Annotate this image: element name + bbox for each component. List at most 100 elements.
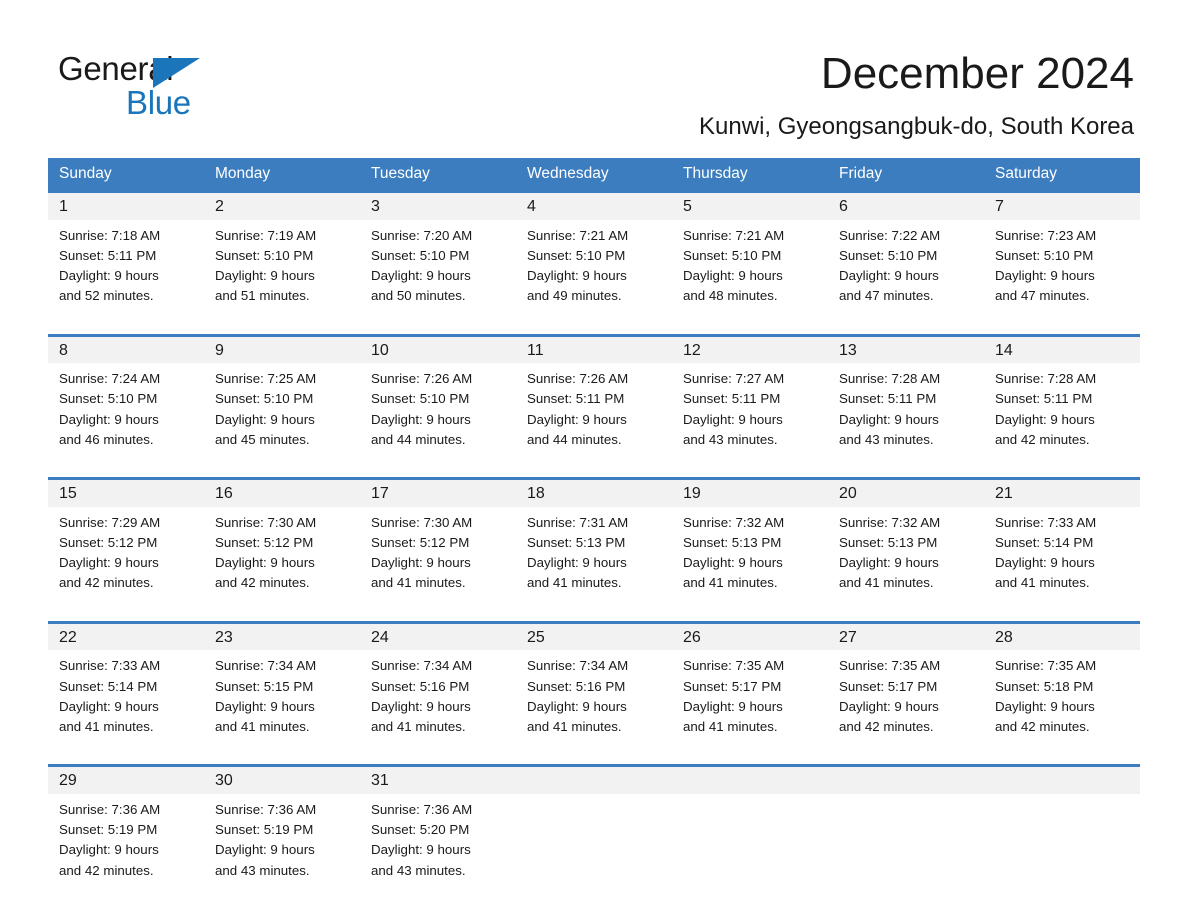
day-cell[interactable]: Sunrise: 7:35 AM Sunset: 5:17 PM Dayligh… [672, 650, 828, 766]
day-cell[interactable]: Sunrise: 7:21 AM Sunset: 5:10 PM Dayligh… [516, 219, 672, 336]
day-cell[interactable]: Sunrise: 7:28 AM Sunset: 5:11 PM Dayligh… [984, 363, 1140, 479]
daylight-text-line1: Daylight: 9 hours [995, 411, 1095, 427]
day-number[interactable]: 24 [360, 620, 516, 651]
day-cell[interactable]: Sunrise: 7:24 AM Sunset: 5:10 PM Dayligh… [48, 363, 204, 479]
day-cell[interactable]: Sunrise: 7:36 AM Sunset: 5:19 PM Dayligh… [48, 793, 204, 908]
daylight-text-line2: and 43 minutes. [371, 862, 466, 878]
week-row-info: Sunrise: 7:36 AM Sunset: 5:19 PM Dayligh… [48, 793, 1140, 908]
daylight-text-line2: and 42 minutes. [215, 575, 310, 591]
day-cell[interactable]: Sunrise: 7:28 AM Sunset: 5:11 PM Dayligh… [828, 363, 984, 479]
day-number[interactable]: 17 [360, 477, 516, 507]
day-number[interactable]: 16 [204, 477, 360, 507]
sunset-text: Sunset: 5:10 PM [371, 391, 470, 407]
day-number[interactable]: 14 [984, 333, 1140, 364]
day-cell[interactable]: Sunrise: 7:23 AM Sunset: 5:10 PM Dayligh… [984, 219, 1140, 336]
day-number[interactable]: 7 [984, 189, 1140, 220]
day-number[interactable]: 31 [360, 764, 516, 794]
day-cell[interactable]: Sunrise: 7:34 AM Sunset: 5:16 PM Dayligh… [360, 650, 516, 766]
sunrise-text: Sunrise: 7:25 AM [215, 371, 317, 387]
sunset-text: Sunset: 5:11 PM [527, 391, 625, 407]
sunrise-text: Sunrise: 7:35 AM [683, 658, 785, 674]
day-number[interactable]: 9 [204, 333, 360, 364]
daylight-text-line1: Daylight: 9 hours [371, 842, 471, 858]
daylight-text-line1: Daylight: 9 hours [371, 268, 471, 283]
day-number[interactable]: 27 [828, 620, 984, 651]
day-cell[interactable]: Sunrise: 7:27 AM Sunset: 5:11 PM Dayligh… [672, 363, 828, 479]
day-number[interactable]: 19 [672, 477, 828, 507]
day-cell[interactable]: Sunrise: 7:29 AM Sunset: 5:12 PM Dayligh… [48, 506, 204, 623]
sunrise-text: Sunrise: 7:26 AM [527, 371, 629, 387]
day-cell[interactable]: Sunrise: 7:21 AM Sunset: 5:10 PM Dayligh… [672, 219, 828, 336]
daylight-text-line2: and 42 minutes. [995, 431, 1090, 447]
sunrise-text: Sunrise: 7:34 AM [527, 658, 629, 674]
sunset-text: Sunset: 5:12 PM [371, 534, 470, 550]
day-cell[interactable]: Sunrise: 7:33 AM Sunset: 5:14 PM Dayligh… [984, 506, 1140, 623]
day-number[interactable]: 1 [48, 189, 204, 220]
day-cell[interactable]: Sunrise: 7:26 AM Sunset: 5:10 PM Dayligh… [360, 363, 516, 479]
day-number[interactable]: 18 [516, 477, 672, 507]
daylight-text-line1: Daylight: 9 hours [839, 411, 939, 427]
sunrise-text: Sunrise: 7:23 AM [995, 227, 1097, 243]
day-number[interactable]: 28 [984, 620, 1140, 651]
day-number[interactable]: 10 [360, 333, 516, 364]
day-number[interactable]: 30 [204, 764, 360, 794]
day-number[interactable]: 2 [204, 189, 360, 220]
day-cell[interactable]: Sunrise: 7:26 AM Sunset: 5:11 PM Dayligh… [516, 363, 672, 479]
day-number[interactable]: 26 [672, 620, 828, 651]
day-number[interactable]: 21 [984, 477, 1140, 507]
day-cell[interactable]: Sunrise: 7:25 AM Sunset: 5:10 PM Dayligh… [204, 363, 360, 479]
sunrise-text: Sunrise: 7:34 AM [215, 658, 317, 674]
day-number[interactable]: 23 [204, 620, 360, 651]
day-cell[interactable]: Sunrise: 7:30 AM Sunset: 5:12 PM Dayligh… [360, 506, 516, 623]
daylight-text-line1: Daylight: 9 hours [683, 555, 783, 571]
sunrise-text: Sunrise: 7:28 AM [839, 371, 941, 387]
day-number[interactable]: 12 [672, 333, 828, 364]
daylight-text-line1: Daylight: 9 hours [527, 555, 627, 571]
day-number[interactable]: 15 [48, 477, 204, 507]
weekday-header-thursday: Thursday [672, 158, 828, 192]
day-cell[interactable]: Sunrise: 7:35 AM Sunset: 5:18 PM Dayligh… [984, 650, 1140, 766]
sunrise-text: Sunrise: 7:33 AM [59, 658, 161, 674]
daylight-text-line2: and 50 minutes. [371, 288, 466, 304]
day-cell[interactable]: Sunrise: 7:32 AM Sunset: 5:13 PM Dayligh… [828, 506, 984, 623]
generalblue-logo[interactable]: General Blue [58, 52, 268, 122]
weekday-header-saturday: Saturday [984, 158, 1140, 192]
weekday-header-friday: Friday [828, 158, 984, 192]
day-cell[interactable]: Sunrise: 7:22 AM Sunset: 5:10 PM Dayligh… [828, 219, 984, 336]
day-cell-empty [984, 793, 1140, 908]
day-number[interactable]: 25 [516, 620, 672, 651]
day-number[interactable]: 22 [48, 620, 204, 651]
sunrise-text: Sunrise: 7:24 AM [59, 371, 161, 387]
sunrise-text: Sunrise: 7:36 AM [371, 801, 473, 817]
day-cell[interactable]: Sunrise: 7:36 AM Sunset: 5:19 PM Dayligh… [204, 793, 360, 908]
day-cell[interactable]: Sunrise: 7:31 AM Sunset: 5:13 PM Dayligh… [516, 506, 672, 623]
sunrise-text: Sunrise: 7:36 AM [59, 801, 161, 817]
day-number[interactable]: 4 [516, 189, 672, 220]
day-number[interactable]: 13 [828, 333, 984, 364]
sunset-text: Sunset: 5:10 PM [683, 247, 782, 263]
day-number[interactable]: 11 [516, 333, 672, 364]
day-number[interactable]: 8 [48, 333, 204, 364]
day-number[interactable]: 29 [48, 764, 204, 794]
sunrise-text: Sunrise: 7:18 AM [59, 227, 161, 243]
day-number[interactable]: 20 [828, 477, 984, 507]
day-cell[interactable]: Sunrise: 7:19 AM Sunset: 5:10 PM Dayligh… [204, 219, 360, 336]
sunrise-text: Sunrise: 7:32 AM [839, 514, 941, 530]
daylight-text-line2: and 41 minutes. [59, 718, 154, 734]
day-number[interactable]: 6 [828, 189, 984, 220]
sunset-text: Sunset: 5:19 PM [215, 822, 314, 838]
sunrise-text: Sunrise: 7:20 AM [371, 227, 473, 243]
day-cell[interactable]: Sunrise: 7:20 AM Sunset: 5:10 PM Dayligh… [360, 219, 516, 336]
daylight-text-line2: and 46 minutes. [59, 431, 154, 447]
day-cell[interactable]: Sunrise: 7:34 AM Sunset: 5:16 PM Dayligh… [516, 650, 672, 766]
day-number[interactable]: 3 [360, 189, 516, 220]
day-cell[interactable]: Sunrise: 7:36 AM Sunset: 5:20 PM Dayligh… [360, 793, 516, 908]
day-cell[interactable]: Sunrise: 7:18 AM Sunset: 5:11 PM Dayligh… [48, 219, 204, 336]
day-number[interactable]: 5 [672, 189, 828, 220]
day-cell[interactable]: Sunrise: 7:33 AM Sunset: 5:14 PM Dayligh… [48, 650, 204, 766]
day-cell[interactable]: Sunrise: 7:34 AM Sunset: 5:15 PM Dayligh… [204, 650, 360, 766]
day-cell[interactable]: Sunrise: 7:30 AM Sunset: 5:12 PM Dayligh… [204, 506, 360, 623]
daylight-text-line1: Daylight: 9 hours [995, 698, 1095, 714]
day-cell[interactable]: Sunrise: 7:32 AM Sunset: 5:13 PM Dayligh… [672, 506, 828, 623]
day-cell[interactable]: Sunrise: 7:35 AM Sunset: 5:17 PM Dayligh… [828, 650, 984, 766]
